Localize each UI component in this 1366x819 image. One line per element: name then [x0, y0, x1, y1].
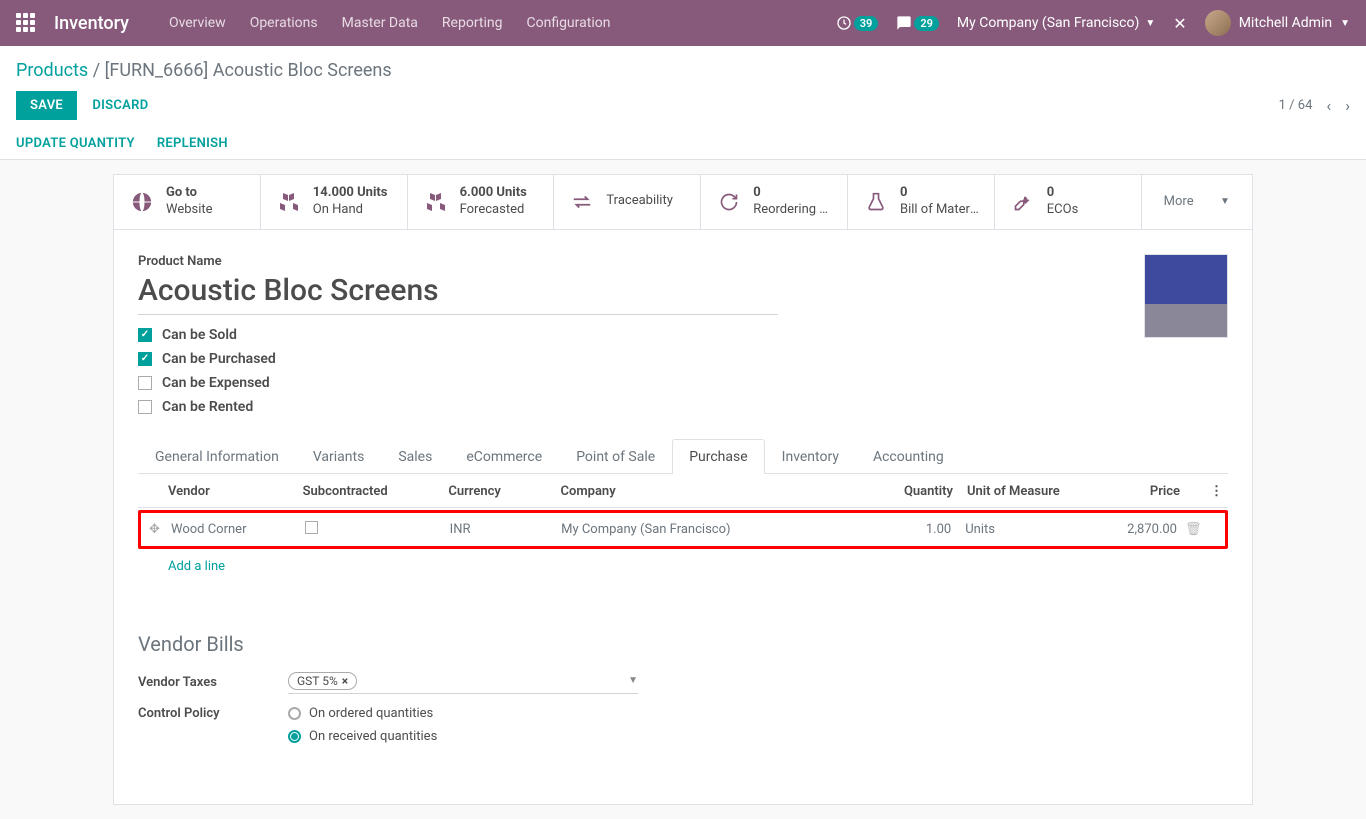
row-price[interactable]: 2,870.00: [1077, 522, 1185, 537]
update-quantity-button[interactable]: UPDATE QUANTITY: [16, 136, 135, 151]
radio-icon: [288, 707, 301, 720]
product-name-input[interactable]: [138, 271, 778, 315]
breadcrumb-current: [FURN_6666] Acoustic Bloc Screens: [105, 60, 392, 81]
chevron-down-icon: ▼: [1220, 196, 1230, 207]
menu-overview[interactable]: Overview: [169, 15, 226, 31]
tab-purchase[interactable]: Purchase: [672, 439, 764, 474]
form-sheet: Go toWebsite 14.000 UnitsOn Hand 6.000 U…: [113, 174, 1253, 805]
policy-ordered[interactable]: On ordered quantities: [288, 706, 437, 721]
tab-general-information[interactable]: General Information: [138, 439, 296, 474]
globe-icon: [128, 188, 156, 216]
stat-traceability[interactable]: Traceability: [554, 175, 701, 229]
pager-prev-icon[interactable]: ‹: [1326, 96, 1331, 115]
apps-icon[interactable]: [16, 13, 36, 33]
vendor-taxes-input[interactable]: GST 5%× ▼: [288, 672, 638, 694]
activity-badge: 39: [854, 16, 879, 31]
cubes-icon: [275, 188, 303, 216]
policy-received[interactable]: On received quantities: [288, 729, 437, 744]
stat-bom[interactable]: 0Bill of Materi...: [848, 175, 995, 229]
row-company[interactable]: My Company (San Francisco): [561, 522, 840, 537]
chk-can-be-sold[interactable]: ✓Can be Sold: [138, 327, 778, 343]
product-name-label: Product Name: [138, 254, 778, 269]
radio-icon: [288, 730, 301, 743]
wrench-icon: [1009, 188, 1037, 216]
stat-ecos[interactable]: 0ECOs: [995, 175, 1142, 229]
messaging-badge: 29: [914, 16, 939, 31]
notebook-tabs: General Information Variants Sales eComm…: [138, 439, 1228, 474]
refresh-icon: [715, 188, 743, 216]
exchange-icon: [568, 188, 596, 216]
menu-master-data[interactable]: Master Data: [342, 15, 418, 31]
pager-next-icon[interactable]: ›: [1345, 96, 1350, 115]
debug-icon[interactable]: ✕: [1173, 14, 1186, 33]
company-selector[interactable]: My Company (San Francisco)▼: [957, 15, 1155, 31]
vendor-table-header: Vendor Subcontracted Currency Company Qu…: [138, 474, 1228, 508]
chk-can-be-rented[interactable]: Can be Rented: [138, 399, 778, 415]
delete-icon[interactable]: 🗑: [1185, 522, 1207, 537]
table-row[interactable]: ✥ Wood Corner INR My Company (San Franci…: [138, 510, 1228, 549]
save-button[interactable]: SAVE: [16, 91, 77, 120]
drag-handle-icon[interactable]: ✥: [149, 522, 171, 537]
stat-website[interactable]: Go toWebsite: [114, 175, 261, 229]
row-vendor[interactable]: Wood Corner: [171, 522, 305, 537]
menu-configuration[interactable]: Configuration: [526, 15, 610, 31]
breadcrumb-root[interactable]: Products: [16, 60, 88, 81]
product-image[interactable]: [1144, 254, 1228, 338]
subcontracted-checkbox[interactable]: [305, 521, 318, 534]
brand-title[interactable]: Inventory: [54, 13, 129, 34]
cubes-icon: [422, 188, 450, 216]
checkbox-icon: ✓: [138, 328, 152, 342]
row-currency[interactable]: INR: [450, 522, 561, 537]
stat-reordering[interactable]: 0Reordering R...: [701, 175, 848, 229]
tab-inventory[interactable]: Inventory: [765, 439, 856, 474]
checkbox-icon: [138, 400, 152, 414]
flask-icon: [862, 188, 890, 216]
add-line-link[interactable]: Add a line: [168, 559, 225, 574]
tab-accounting[interactable]: Accounting: [856, 439, 961, 474]
breadcrumb: Products / [FURN_6666] Acoustic Bloc Scr…: [16, 60, 1350, 81]
control-policy-label: Control Policy: [138, 706, 288, 721]
row-uom[interactable]: Units: [965, 522, 1076, 537]
stat-more[interactable]: More ▼: [1142, 175, 1252, 229]
row-qty[interactable]: 1.00: [840, 522, 965, 537]
chevron-down-icon[interactable]: ▼: [628, 675, 638, 686]
checkbox-icon: [138, 376, 152, 390]
activity-icon[interactable]: 39: [836, 15, 879, 31]
messaging-icon[interactable]: 29: [896, 15, 939, 31]
user-menu[interactable]: Mitchell Admin▼: [1205, 10, 1350, 36]
stat-buttons: Go toWebsite 14.000 UnitsOn Hand 6.000 U…: [114, 175, 1252, 230]
control-panel: Products / [FURN_6666] Acoustic Bloc Scr…: [0, 46, 1366, 160]
tab-sales[interactable]: Sales: [381, 439, 449, 474]
chevron-down-icon: ▼: [1340, 18, 1350, 29]
chk-can-be-expensed[interactable]: Can be Expensed: [138, 375, 778, 391]
menu-reporting[interactable]: Reporting: [442, 15, 503, 31]
tax-tag[interactable]: GST 5%×: [288, 672, 357, 690]
stat-on-hand[interactable]: 14.000 UnitsOn Hand: [261, 175, 408, 229]
pager-position[interactable]: 1 / 64: [1279, 98, 1313, 113]
menu-operations[interactable]: Operations: [250, 15, 318, 31]
checkbox-icon: ✓: [138, 352, 152, 366]
avatar: [1205, 10, 1231, 36]
tab-variants[interactable]: Variants: [296, 439, 382, 474]
chevron-down-icon: ▼: [1145, 18, 1155, 29]
discard-button[interactable]: DISCARD: [92, 98, 148, 113]
tab-ecommerce[interactable]: eCommerce: [449, 439, 559, 474]
main-menu: Overview Operations Master Data Reportin…: [169, 15, 836, 31]
tag-remove-icon[interactable]: ×: [342, 674, 348, 688]
stat-forecasted[interactable]: 6.000 UnitsForecasted: [408, 175, 555, 229]
top-nav: Inventory Overview Operations Master Dat…: [0, 0, 1366, 46]
vendor-taxes-label: Vendor Taxes: [138, 675, 288, 690]
replenish-button[interactable]: REPLENISH: [157, 136, 228, 151]
pager: 1 / 64 ‹ ›: [1279, 96, 1350, 115]
tab-point-of-sale[interactable]: Point of Sale: [559, 439, 672, 474]
vendor-bills-heading: Vendor Bills: [138, 632, 1228, 656]
chk-can-be-purchased[interactable]: ✓Can be Purchased: [138, 351, 778, 367]
column-options-icon[interactable]: ⋮: [1210, 484, 1220, 499]
